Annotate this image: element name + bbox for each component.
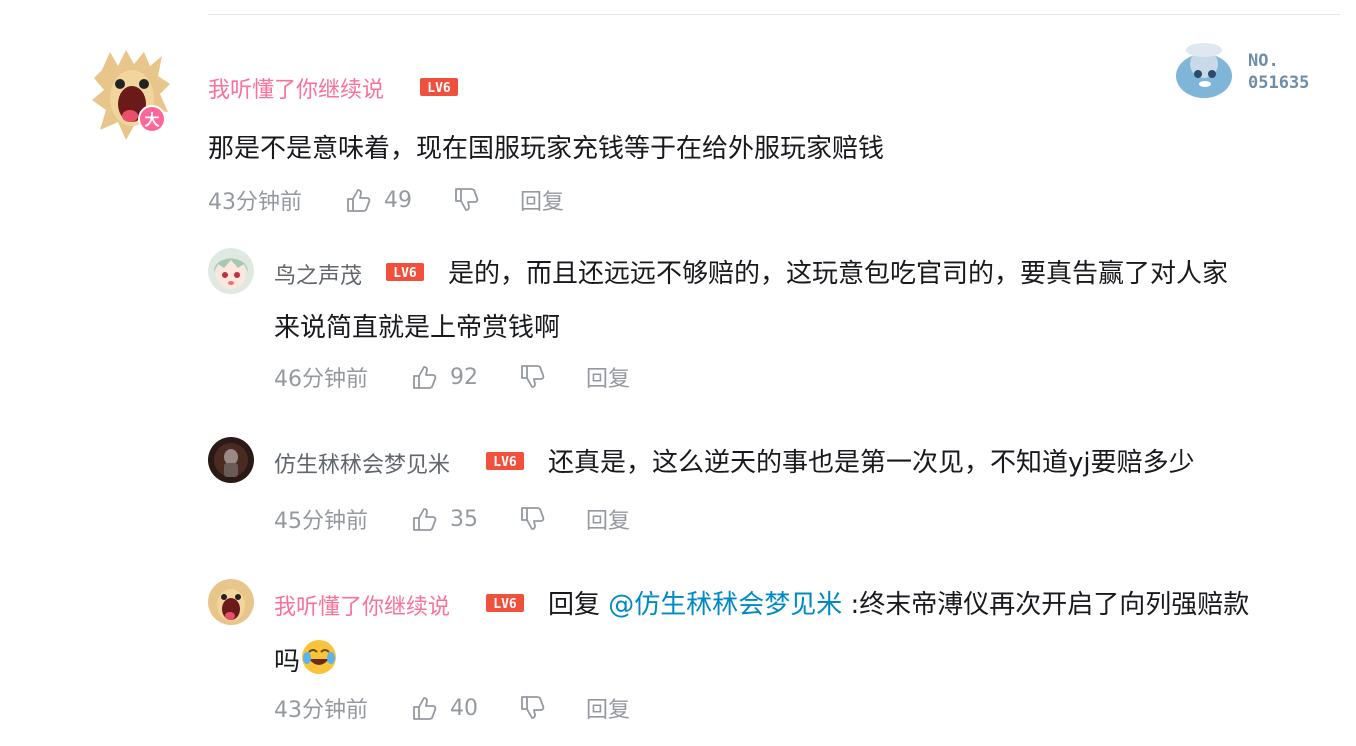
reply-text-cont: 吗 (274, 638, 338, 678)
level-text: LV6 (493, 455, 517, 470)
level-icon: LV6 (386, 263, 424, 281)
fan-card-number: NO. 051635 (1248, 51, 1310, 93)
dislike-button[interactable] (518, 363, 546, 391)
reply-time: 43分钟前 (274, 698, 368, 723)
reply-button[interactable]: 回复 (520, 184, 564, 216)
username[interactable]: 我听懂了你继续说 (208, 72, 384, 104)
like-count: 49 (384, 187, 412, 213)
dislike-button[interactable] (518, 505, 546, 533)
reply-button[interactable]: 回复 (586, 503, 630, 535)
reply-body: :终末帝溥仪再次开启了向列强赔款 (842, 590, 1250, 620)
username[interactable]: 鸟之声茂 (274, 258, 362, 290)
reply-button[interactable]: 回复 (586, 361, 630, 393)
thumbs-down-icon (521, 365, 545, 388)
vip-badge: 大 (138, 105, 166, 133)
reply-text: 是的，而且还远远不够赔的，这玩意包吃官司的，要真告赢了对人家 (448, 259, 1229, 289)
avatar-image (208, 579, 254, 625)
thumbs-up-icon (347, 189, 371, 212)
thumbs-up-icon (413, 508, 437, 531)
reply-text: 回复 @仿生秫秫会梦见米 :终末帝溥仪再次开启了向列强赔款 (548, 584, 1249, 621)
avatar[interactable] (208, 579, 254, 625)
level-icon: LV6 (486, 452, 524, 470)
comment-time: 43分钟前 (208, 190, 302, 215)
reply-body-cont: 吗 (274, 647, 301, 677)
reply-button[interactable]: 回复 (586, 692, 630, 724)
fan-card[interactable]: NO. 051635 (1168, 40, 1340, 100)
like-count: 92 (450, 364, 478, 390)
like-count: 35 (450, 506, 478, 532)
reply-meta: 43分钟前 40 回复 (274, 692, 630, 724)
top-divider (208, 14, 1340, 15)
reply-prefix: 回复 (548, 590, 609, 620)
reply-text-cont: 来说简直就是上帝赏钱啊 (274, 313, 561, 343)
level-text: LV6 (427, 81, 451, 96)
reply-meta: 46分钟前 92 回复 (274, 361, 630, 393)
level-text: LV6 (493, 597, 517, 612)
username[interactable]: 仿生秫秫会梦见米 (274, 447, 450, 479)
like-button[interactable]: 92 (410, 363, 478, 391)
mention-link[interactable]: @仿生秫秫会梦见米 (608, 590, 842, 620)
reply-meta: 45分钟前 35 回复 (274, 503, 630, 535)
fan-card-image (1176, 43, 1232, 98)
like-button[interactable]: 35 (410, 505, 478, 533)
laughing-crying-emoji-icon (302, 640, 337, 674)
avatar-image (208, 248, 254, 294)
thumbs-up-icon (413, 366, 437, 389)
dislike-button[interactable] (452, 186, 480, 214)
reply-time: 46分钟前 (274, 367, 368, 392)
dislike-button[interactable] (518, 694, 546, 722)
level-text: LV6 (393, 266, 417, 281)
level-icon: LV6 (420, 78, 458, 96)
reply-time: 45分钟前 (274, 509, 368, 534)
thumbs-down-icon (455, 188, 479, 211)
avatar-image (208, 437, 254, 483)
level-icon: LV6 (486, 594, 524, 612)
thumbs-up-icon (413, 697, 437, 720)
comment-text: 那是不是意味着，现在国服玩家充钱等于在给外服玩家赔钱 (208, 134, 885, 164)
comment-meta: 43分钟前 49 回复 (208, 184, 564, 216)
avatar[interactable] (208, 437, 254, 483)
like-button[interactable]: 49 (344, 186, 412, 214)
like-count: 40 (450, 695, 478, 721)
username[interactable]: 我听懂了你继续说 (274, 589, 450, 621)
thumbs-down-icon (521, 507, 545, 530)
like-button[interactable]: 40 (410, 694, 478, 722)
avatar[interactable] (208, 248, 254, 294)
thumbs-down-icon (521, 696, 545, 719)
reply-text: 还真是，这么逆天的事也是第一次见，不知道yj要赔多少 (548, 448, 1195, 478)
